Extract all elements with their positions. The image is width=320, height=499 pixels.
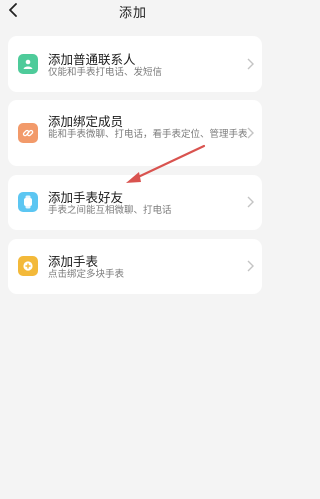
back-button[interactable] [4, 0, 24, 20]
person-icon [18, 54, 38, 74]
card-subtitle: 能和手表微聊、打电话，看手表定位、管理手表 [48, 129, 248, 140]
chevron-right-icon [246, 57, 254, 71]
add-contact-card[interactable]: 添加普通联系人 仅能和手表打电话、发短信 [8, 36, 262, 92]
card-subtitle: 仅能和手表打电话、发短信 [48, 67, 163, 78]
add-bound-member-card[interactable]: 添加绑定成员 能和手表微聊、打电话，看手表定位、管理手表 [8, 100, 262, 166]
top-bar: 添加 [0, 0, 266, 22]
card-subtitle: 手表之间能互相微聊、打电话 [48, 205, 172, 216]
chevron-right-icon [246, 126, 254, 140]
page-title: 添加 [118, 5, 147, 21]
watch-icon [18, 192, 38, 212]
link-icon [18, 123, 38, 143]
chevron-right-icon [246, 259, 254, 273]
card-subtitle: 点击绑定多块手表 [48, 269, 125, 280]
add-watch-card[interactable]: 添加手表 点击绑定多块手表 [8, 239, 262, 294]
chevron-left-icon [9, 3, 17, 17]
plus-circle-icon [18, 256, 38, 276]
add-watch-friend-card[interactable]: 添加手表好友 手表之间能互相微聊、打电话 [8, 175, 262, 230]
chevron-right-icon [246, 195, 254, 209]
